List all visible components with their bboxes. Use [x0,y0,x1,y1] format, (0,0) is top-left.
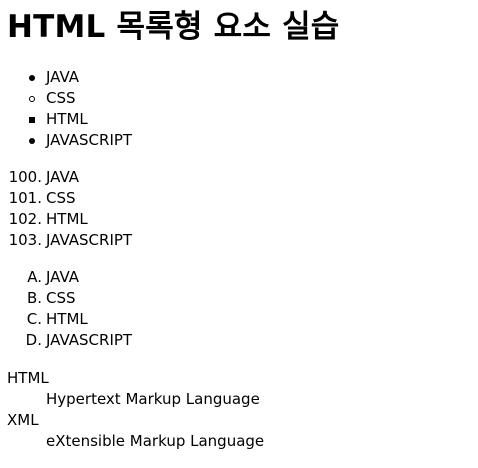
alpha-list: A. JAVA B. CSS C. HTML D. JAVASCRIPT [0,267,132,351]
definition-term: HTML [7,369,49,387]
list-item-number: 101. [8,189,42,207]
list-item: B. CSS [0,288,132,309]
list-item-label: JAVASCRIPT [46,331,133,349]
list-item: JAVA [0,67,132,88]
square-bullet-icon [29,117,35,123]
list-item-label: JAVA [46,168,80,186]
page-title: HTML 목록형 요소 실습 [7,9,340,45]
list-item-label: CSS [46,289,76,307]
list-item-label: JAVA [46,268,80,286]
disc-bullet-icon [29,138,35,144]
list-item-label: HTML [46,310,88,328]
list-item-label: JAVASCRIPT [46,231,133,249]
list-item: 101. CSS [0,188,132,209]
list-item: 103. JAVASCRIPT [0,230,132,251]
list-item: A. JAVA [0,267,132,288]
list-item-number: 103. [8,231,42,249]
list-item: JAVASCRIPT [0,130,132,151]
unordered-list: JAVA CSS HTML JAVASCRIPT [0,67,132,151]
definition-description: eXtensible Markup Language [46,432,265,450]
list-item-letter: A. [27,268,42,286]
list-item: HTML [0,109,132,130]
circle-bullet-icon [29,96,35,102]
list-item-letter: D. [25,331,42,349]
list-item: D. JAVASCRIPT [0,330,132,351]
numbered-list: 100. JAVA 101. CSS 102. HTML 103. JAVASC… [0,167,132,251]
list-item-letter: C. [26,310,42,328]
list-item-number: 102. [8,210,42,228]
list-item-letter: B. [26,289,42,307]
list-item-label: JAVA [46,68,80,86]
list-item-label: CSS [46,189,76,207]
disc-bullet-icon [29,75,35,81]
list-item: 102. HTML [0,209,132,230]
page: HTML 목록형 요소 실습 JAVA CSS HTML JAVASCRIPT … [0,0,478,468]
list-item-label: HTML [46,110,88,128]
list-item-label: JAVASCRIPT [46,131,133,149]
list-item-number: 100. [8,168,42,186]
list-item: 100. JAVA [0,167,132,188]
definition-list: HTML Hypertext Markup Language XML eXten… [7,368,264,452]
definition-description: Hypertext Markup Language [46,390,260,408]
list-item-label: CSS [46,89,76,107]
definition-term: XML [7,411,39,429]
list-item: CSS [0,88,132,109]
list-item: C. HTML [0,309,132,330]
list-item-label: HTML [46,210,88,228]
